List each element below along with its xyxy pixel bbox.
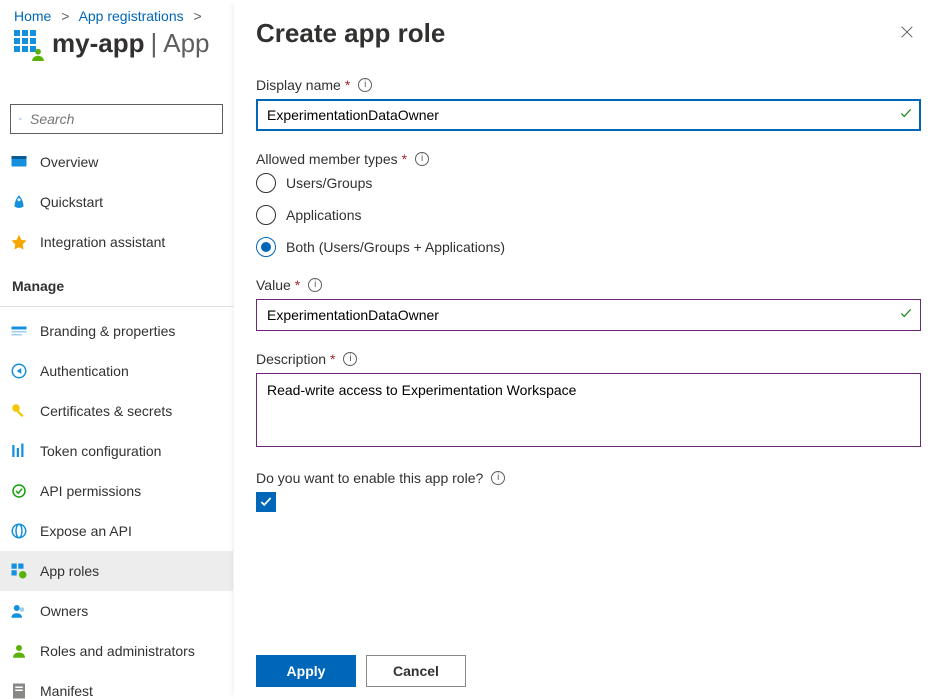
nav-integration-assistant[interactable]: Integration assistant bbox=[0, 222, 233, 262]
nav-overview[interactable]: Overview bbox=[0, 142, 233, 182]
radio-label: Applications bbox=[286, 207, 362, 223]
quickstart-icon bbox=[10, 193, 28, 211]
nav-label: Overview bbox=[40, 154, 98, 170]
breadcrumb-separator: > bbox=[61, 8, 69, 24]
nav-label: Expose an API bbox=[40, 523, 132, 539]
required-mark: * bbox=[345, 77, 350, 93]
roles-admins-icon bbox=[10, 642, 28, 660]
radio-icon bbox=[256, 205, 276, 225]
radio-both[interactable]: Both (Users/Groups + Applications) bbox=[256, 237, 921, 257]
display-name-input[interactable] bbox=[256, 99, 921, 131]
integration-icon bbox=[10, 233, 28, 251]
description-label: Description bbox=[256, 351, 326, 367]
value-input[interactable] bbox=[256, 299, 921, 331]
close-icon bbox=[899, 24, 915, 40]
nav-token-config[interactable]: Token configuration bbox=[0, 431, 233, 471]
nav-roles-admins[interactable]: Roles and administrators bbox=[0, 631, 233, 671]
description-textarea[interactable] bbox=[256, 373, 921, 447]
page-title: my-app|App bbox=[52, 28, 210, 59]
nav-label: Integration assistant bbox=[40, 234, 165, 250]
search-icon bbox=[19, 112, 22, 126]
radio-icon bbox=[256, 173, 276, 193]
enable-label: Do you want to enable this app role? bbox=[256, 470, 483, 486]
left-nav: Overview Quickstart Integration assistan… bbox=[0, 100, 233, 699]
nav-app-roles[interactable]: App roles bbox=[0, 551, 233, 591]
field-display-name: Display name * i bbox=[256, 77, 921, 131]
key-icon bbox=[10, 402, 28, 420]
search-input-wrap[interactable] bbox=[10, 104, 223, 134]
radio-icon bbox=[256, 237, 276, 257]
nav-label: Certificates & secrets bbox=[40, 403, 172, 419]
token-icon bbox=[10, 442, 28, 460]
required-mark: * bbox=[295, 277, 300, 293]
panel-title: Create app role bbox=[256, 18, 445, 49]
check-icon bbox=[899, 107, 913, 124]
member-types-label: Allowed member types bbox=[256, 151, 398, 167]
info-icon[interactable]: i bbox=[358, 78, 372, 92]
radio-apps[interactable]: Applications bbox=[256, 205, 921, 225]
nav-branding[interactable]: Branding & properties bbox=[0, 311, 233, 351]
radio-label: Both (Users/Groups + Applications) bbox=[286, 239, 505, 255]
expose-icon bbox=[10, 522, 28, 540]
nav-label: Owners bbox=[40, 603, 88, 619]
nav-label: Token configuration bbox=[40, 443, 161, 459]
nav-authentication[interactable]: Authentication bbox=[0, 351, 233, 391]
nav-label: API permissions bbox=[40, 483, 141, 499]
nav-owners[interactable]: Owners bbox=[0, 591, 233, 631]
panel-footer: Apply Cancel bbox=[234, 643, 945, 699]
value-label: Value bbox=[256, 277, 291, 293]
nav-quickstart[interactable]: Quickstart bbox=[0, 182, 233, 222]
owners-icon bbox=[10, 602, 28, 620]
field-member-types: Allowed member types * i Users/Groups App… bbox=[256, 151, 921, 257]
nav-label: Branding & properties bbox=[40, 323, 175, 339]
field-value: Value * i bbox=[256, 277, 921, 331]
nav-api-permissions[interactable]: API permissions bbox=[0, 471, 233, 511]
nav-label: Authentication bbox=[40, 363, 129, 379]
authentication-icon bbox=[10, 362, 28, 380]
radio-users[interactable]: Users/Groups bbox=[256, 173, 921, 193]
required-mark: * bbox=[402, 151, 407, 167]
nav-label: Roles and administrators bbox=[40, 643, 195, 659]
info-icon[interactable]: i bbox=[308, 278, 322, 292]
breadcrumb-separator: > bbox=[194, 8, 202, 24]
nav-certificates[interactable]: Certificates & secrets bbox=[0, 391, 233, 431]
nav-manifest[interactable]: Manifest bbox=[0, 671, 233, 699]
page-title-suffix: App bbox=[163, 28, 209, 58]
info-icon[interactable]: i bbox=[415, 152, 429, 166]
manifest-icon bbox=[10, 682, 28, 699]
check-icon bbox=[259, 495, 273, 509]
app-roles-nav-icon bbox=[10, 562, 28, 580]
breadcrumb-app-registrations[interactable]: App registrations bbox=[79, 8, 184, 24]
cancel-button[interactable]: Cancel bbox=[366, 655, 466, 687]
display-name-label: Display name bbox=[256, 77, 341, 93]
overview-icon bbox=[10, 153, 28, 171]
check-icon bbox=[899, 307, 913, 324]
create-app-role-panel: Create app role Display name * i Allowed… bbox=[234, 0, 945, 699]
nav-label: Quickstart bbox=[40, 194, 103, 210]
nav-expose-api[interactable]: Expose an API bbox=[0, 511, 233, 551]
app-roles-icon bbox=[14, 30, 42, 58]
field-enable: Do you want to enable this app role? i bbox=[256, 470, 921, 512]
permissions-icon bbox=[10, 482, 28, 500]
info-icon[interactable]: i bbox=[491, 471, 505, 485]
info-icon[interactable]: i bbox=[343, 352, 357, 366]
branding-icon bbox=[10, 322, 28, 340]
apply-button[interactable]: Apply bbox=[256, 655, 356, 687]
nav-label: Manifest bbox=[40, 683, 93, 699]
close-button[interactable] bbox=[893, 18, 921, 49]
breadcrumb-home[interactable]: Home bbox=[14, 8, 51, 24]
search-input[interactable] bbox=[28, 110, 214, 128]
required-mark: * bbox=[330, 351, 335, 367]
enable-checkbox[interactable] bbox=[256, 492, 276, 512]
nav-divider bbox=[0, 306, 233, 307]
nav-label: App roles bbox=[40, 563, 99, 579]
page-title-appname: my-app bbox=[52, 28, 144, 58]
field-description: Description * i bbox=[256, 351, 921, 450]
nav-section-manage: Manage bbox=[0, 262, 233, 302]
radio-label: Users/Groups bbox=[286, 175, 372, 191]
